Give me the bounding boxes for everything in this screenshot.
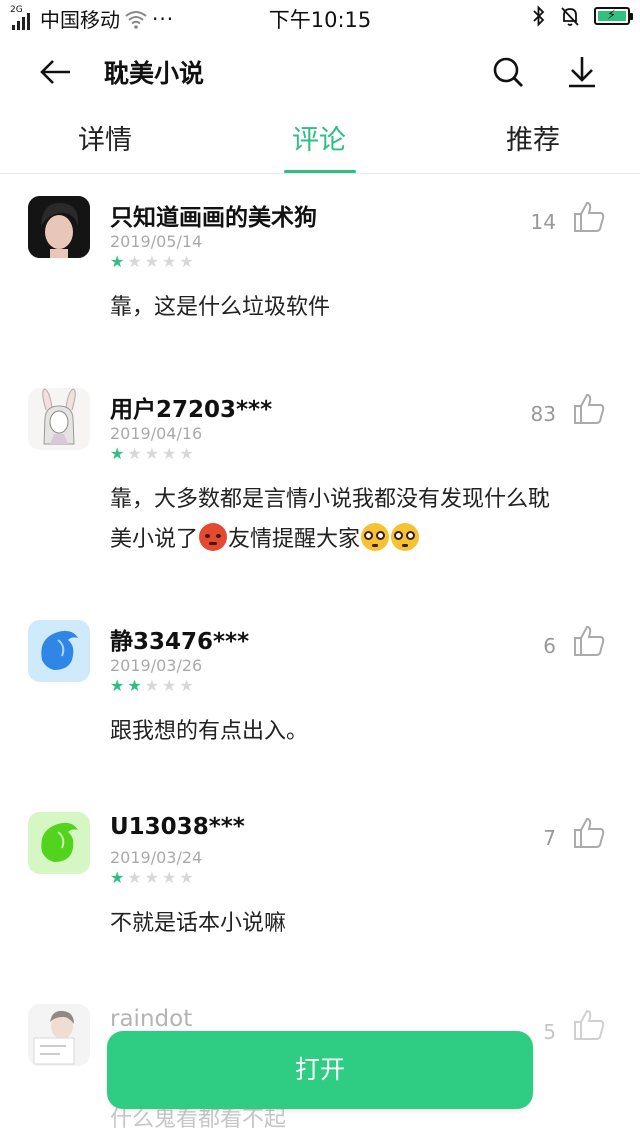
download-icon[interactable] [562,52,602,92]
review-date: 2019/03/24 [110,848,203,867]
open-app-button[interactable]: 打开 [107,1031,533,1109]
star-icon: ★ [110,444,125,463]
star-icon: ★ [144,252,160,271]
flushed-face-icon [361,523,390,551]
star-rating: ★ ★ ★ ★ ★ [110,678,194,694]
star-icon: ★ [162,868,177,887]
star-icon: ★ [127,252,142,271]
star-icon: ★ [144,868,160,887]
thumbs-up-icon[interactable] [572,624,606,658]
review-item: 只知道画画的美术狗 2019/05/14 ★ ★ ★ ★ ★ 14 靠，这是什么… [0,196,640,386]
star-icon: ★ [179,676,194,695]
review-item: 静33476*** 2019/03/26 ★ ★ ★ ★ ★ 6 跟我想的有点出… [0,620,640,810]
review-content-line: 靠，大多数都是言情小说我都没有发现什么耽 [110,487,551,512]
star-icon: ★ [127,444,142,463]
star-icon: ★ [110,676,125,695]
star-rating: ★ ★ ★ ★ ★ [110,446,194,462]
search-icon[interactable] [488,52,528,92]
review-content-line: 美小说了 [110,527,199,552]
thumbs-up-icon[interactable] [572,816,606,850]
thumbs-up-icon[interactable] [572,1008,606,1042]
tab-bar: 详情 评论 推荐 [0,108,640,174]
star-icon: ★ [127,676,142,695]
avatar[interactable] [28,620,90,682]
star-icon: ★ [162,252,177,271]
battery-icon: ⚡ [594,7,633,25]
star-icon: ★ [110,868,125,887]
star-icon: ★ [144,444,160,463]
like-count: 7 [543,826,556,850]
thumbs-up-icon[interactable] [572,200,606,234]
back-arrow-icon[interactable] [36,52,76,92]
bluetooth-icon [533,5,545,27]
page-title: 耽美小说 [104,59,205,88]
star-rating: ★ ★ ★ ★ ★ [110,254,194,270]
star-icon: ★ [162,444,177,463]
review-content: 靠，这是什么垃圾软件 [110,295,331,320]
status-bar: 2G 中国移动 ··· 下午10:15 ⚡ [0,0,640,34]
star-icon: ★ [110,252,125,271]
tab-details[interactable]: 详情 [78,118,132,157]
review-username: 只知道画画的美术狗 [110,205,317,231]
star-icon: ★ [179,868,194,887]
review-item: 用户27203*** 2019/04/16 ★ ★ ★ ★ ★ 83 靠，大多数… [0,388,640,578]
review-username: raindot [110,1006,193,1032]
review-date: 2019/04/16 [110,424,203,443]
avatar[interactable] [28,196,90,258]
like-count: 6 [543,634,556,658]
avatar[interactable] [28,1004,90,1066]
review-date: 2019/05/14 [110,232,203,251]
tab-reviews[interactable]: 评论 [292,118,346,157]
star-icon: ★ [179,444,194,463]
status-right: ⚡ [532,5,633,27]
review-username: 用户27203*** [110,397,273,423]
like-count: 83 [530,402,556,426]
avatar[interactable] [28,388,90,450]
review-content: 不就是话本小说嘛 [110,911,287,936]
thumbs-up-icon[interactable] [572,392,606,426]
star-rating: ★ ★ ★ ★ ★ [110,870,194,886]
review-item: U13038*** 2019/03/24 ★ ★ ★ ★ ★ 7 不就是话本小说… [0,812,640,1002]
review-content: 跟我想的有点出入。 [110,719,309,744]
mute-bell-icon [561,7,579,26]
star-icon: ★ [144,676,160,695]
review-content-line: 友情提醒大家 [228,527,361,552]
flushed-face-icon [391,523,420,551]
app-header: 耽美小说 [0,40,640,104]
review-date: 2019/03/26 [110,656,203,675]
review-content: 靠，大多数都是言情小说我都没有发现什么耽 美小说了 友情提醒大家 [110,480,610,560]
star-icon: ★ [179,252,194,271]
tab-recommend[interactable]: 推荐 [506,118,560,157]
angry-face-icon [199,523,228,551]
like-count: 14 [530,210,556,234]
star-icon: ★ [127,868,142,887]
review-username: 静33476*** [110,629,250,655]
avatar[interactable] [28,812,90,874]
review-username: U13038*** [110,814,245,840]
active-tab-indicator [284,170,356,173]
star-icon: ★ [162,676,177,695]
